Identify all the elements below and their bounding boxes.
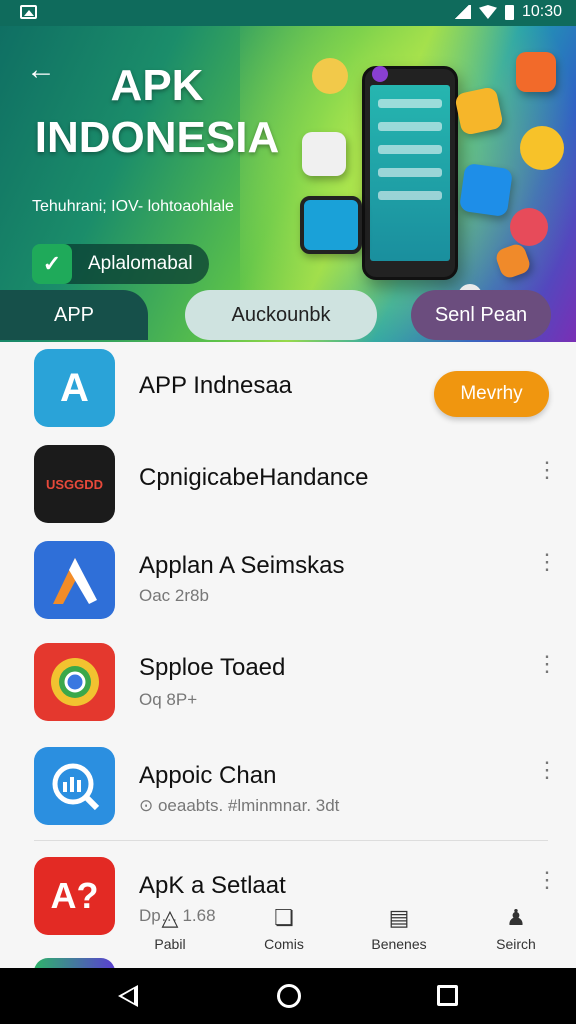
- app-subtitle: Oq 8P+: [139, 690, 198, 709]
- hero-title: APK INDONESIA: [34, 61, 280, 162]
- app-title: ApK a Setlaat: [139, 872, 286, 899]
- smile-emoji-icon: [520, 126, 564, 170]
- hero-badge-label: Aplalomabal: [88, 253, 193, 274]
- face-emoji-icon: [312, 58, 348, 94]
- hero-badge[interactable]: ✓ Aplalomabal: [32, 244, 209, 284]
- more-options-icon[interactable]: ⋮: [536, 869, 558, 904]
- status-time: 10:30: [521, 3, 562, 20]
- sticker-icon: [454, 86, 504, 136]
- tablet-illustration: [300, 196, 362, 254]
- partial-app-icon: [34, 958, 115, 968]
- tab-senl-pean[interactable]: Senl Pean: [411, 290, 551, 340]
- gallery-icon: [20, 5, 37, 19]
- list-item[interactable]: A APP Indnesaa Mevrhy: [0, 342, 576, 438]
- tab-app[interactable]: APP: [0, 290, 148, 340]
- bottom-tab-bar: △ Pabil ❏ Comis ▤ Benenes ♟ Seirch: [110, 902, 576, 958]
- camera-app-icon: [302, 132, 346, 176]
- app-icon: [34, 643, 115, 721]
- more-options-icon[interactable]: ⋮: [536, 759, 558, 794]
- app-icon: USGGDD: [34, 445, 115, 523]
- app-subtitle: Oac 2r8b: [139, 586, 209, 605]
- book-icon: ▤: [388, 905, 410, 930]
- app-icon: A?: [34, 857, 115, 935]
- more-options-icon[interactable]: ⋮: [536, 459, 558, 494]
- more-options-icon[interactable]: ⋮: [536, 653, 558, 688]
- list-item[interactable]: Appoic Chan ⊙ oeaabts. #lminmnar. 3dt ⋮: [0, 740, 576, 836]
- battery-icon: [504, 4, 514, 20]
- phone-illustration: [362, 66, 458, 280]
- list-item[interactable]: Spploe Toaed Oq 8P+ ⋮: [0, 636, 576, 732]
- bottom-tab-benenes[interactable]: ▤ Benenes: [359, 902, 439, 958]
- bottom-tab-seirch[interactable]: ♟ Seirch: [476, 902, 556, 958]
- install-button[interactable]: Mevrhy: [434, 371, 549, 417]
- game-icon: ❏: [274, 905, 294, 930]
- system-nav-bar: [0, 968, 576, 1024]
- app-title: Appoic Chan: [139, 762, 277, 789]
- wifi-icon: [478, 5, 497, 19]
- list-divider: [34, 840, 548, 841]
- signal-icon: [452, 5, 471, 19]
- apps-icon: △: [161, 905, 179, 930]
- app-list: A APP Indnesaa Mevrhy USGGDD CpnigicabeH…: [0, 342, 576, 968]
- app-icon: A: [34, 349, 115, 427]
- app-title: Applan A Seimskas: [139, 552, 345, 579]
- search-app-icon: [458, 162, 514, 218]
- app-title: CpnigicabeHandance: [139, 464, 369, 491]
- tab-accounts[interactable]: Auckounbk: [185, 290, 377, 340]
- app-subtitle: ⊙ oeaabts. #lminmnar. 3dt: [139, 796, 340, 815]
- hero-subtitle: Tehuhrani; IOV- lohtoaohlale: [32, 198, 234, 215]
- category-tabs: APP Auckounbk Senl Pean: [0, 290, 576, 342]
- bottom-tab-comis[interactable]: ❏ Comis: [244, 902, 324, 958]
- shopping-bag-icon: [516, 52, 556, 92]
- status-bar: 10:30: [0, 0, 576, 26]
- nav-home-icon[interactable]: [277, 984, 301, 1008]
- user-icon: ♟: [506, 905, 526, 930]
- status-icons: 10:30: [452, 3, 562, 21]
- app-icon: [34, 747, 115, 825]
- badge-logo-icon: ✓: [32, 244, 72, 284]
- list-item[interactable]: USGGDD CpnigicabeHandance ⋮: [0, 438, 576, 534]
- star-ball-icon: [510, 208, 548, 246]
- app-icon: [34, 541, 115, 619]
- app-title: APP Indnesaa: [139, 372, 293, 399]
- list-item[interactable]: Applan A Seimskas Oac 2r8b ⋮: [0, 534, 576, 630]
- bottom-tab-pabil[interactable]: △ Pabil: [130, 902, 210, 958]
- more-options-icon[interactable]: ⋮: [536, 551, 558, 586]
- nav-back-icon[interactable]: [118, 985, 138, 1007]
- orb-icon: [372, 66, 388, 82]
- app-title: Spploe Toaed: [139, 654, 286, 681]
- nav-recents-icon[interactable]: [437, 985, 458, 1006]
